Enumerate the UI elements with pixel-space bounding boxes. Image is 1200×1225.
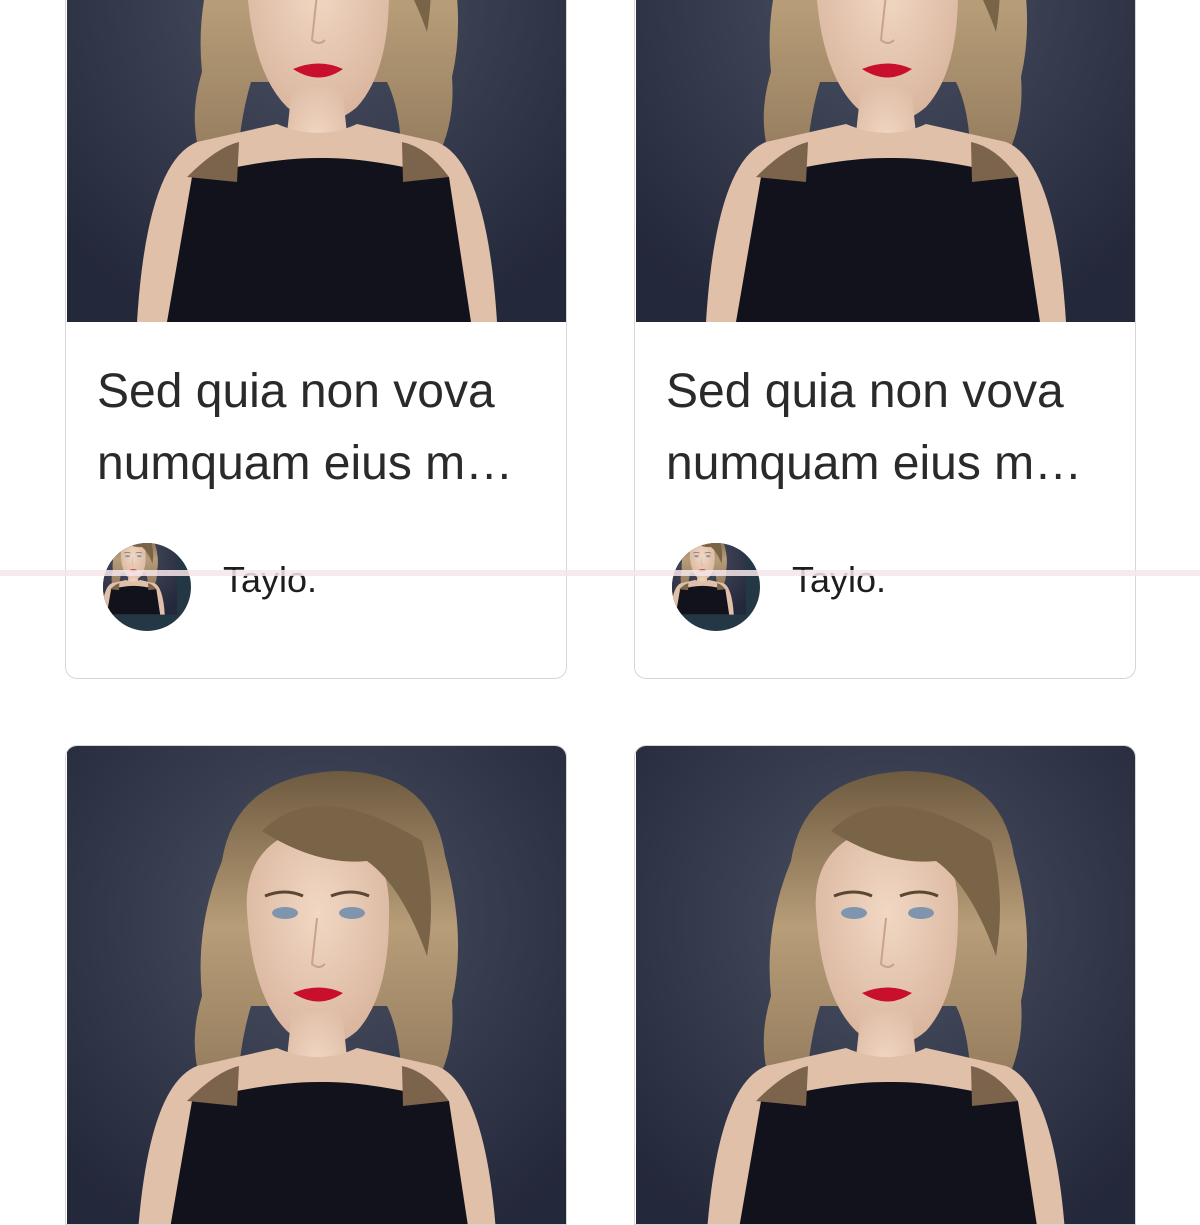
article-card[interactable]: Sed quia non vova numquam eius m… Taylo. [634, 0, 1136, 679]
portrait-photo [66, 0, 567, 322]
render-glitch-line [0, 570, 1200, 576]
author-avatar [103, 543, 191, 631]
card-title[interactable]: Sed quia non vova numquam eius m… [666, 356, 1116, 500]
article-card[interactable] [634, 745, 1136, 1225]
article-card[interactable] [65, 745, 567, 1225]
author-avatar [672, 543, 760, 631]
card-title[interactable]: Sed quia non vova numquam eius m… [97, 356, 547, 500]
author-name[interactable]: Taylo. [223, 559, 317, 601]
author-name[interactable]: Taylo. [792, 559, 886, 601]
portrait-photo [66, 746, 567, 1225]
portrait-photo [635, 0, 1136, 322]
article-card[interactable]: Sed quia non vova numquam eius m… Taylo. [65, 0, 567, 679]
portrait-photo [635, 746, 1136, 1225]
